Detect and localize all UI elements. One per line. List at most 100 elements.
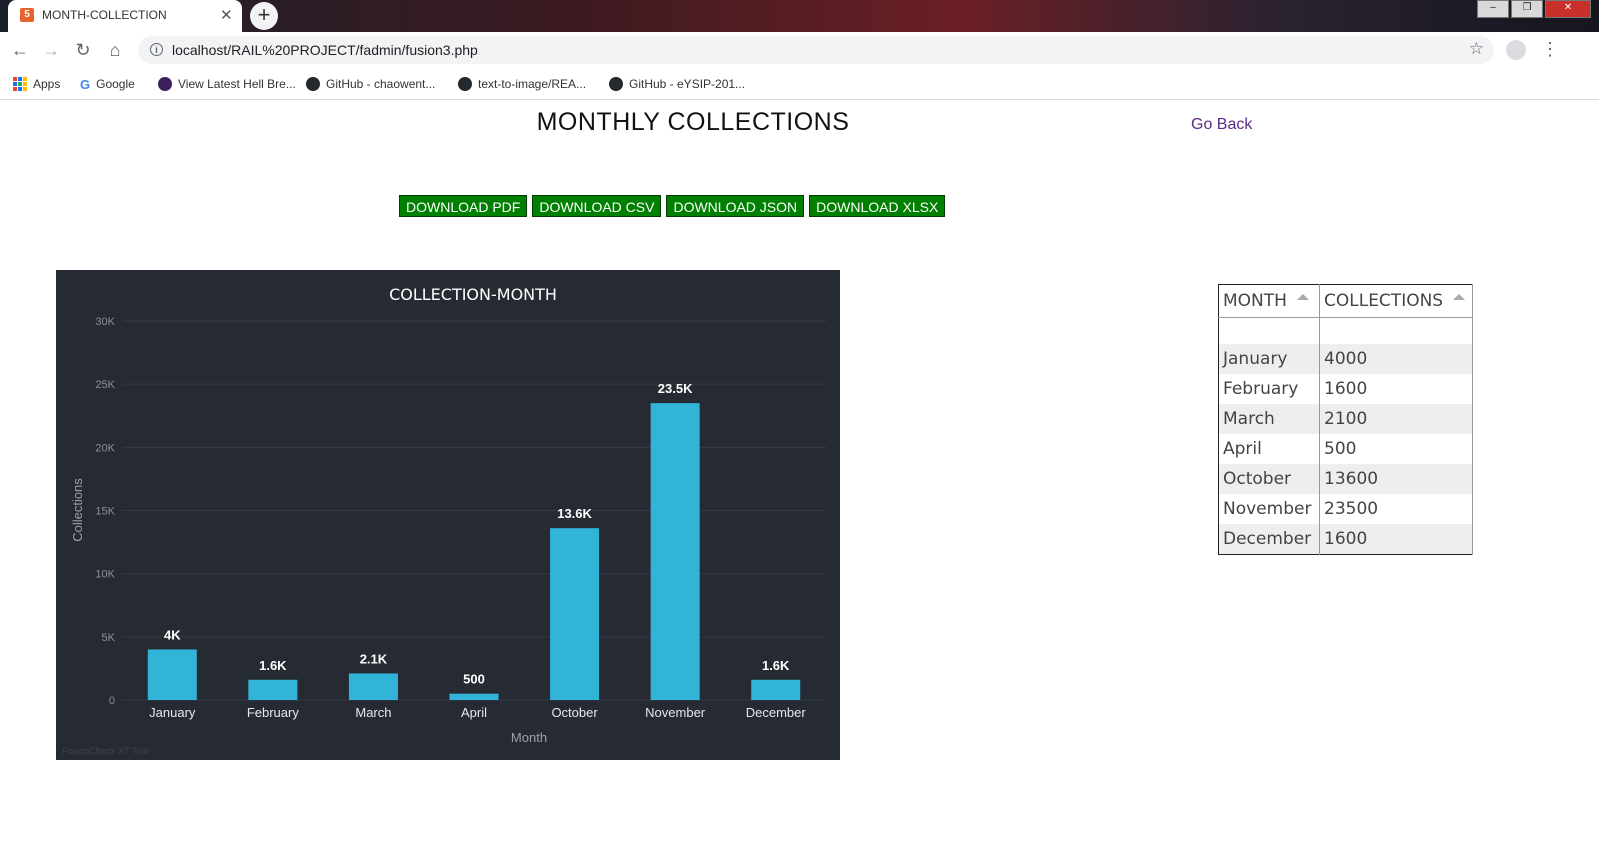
cell-month: October	[1218, 464, 1320, 494]
home-icon[interactable]: ⌂	[104, 39, 126, 61]
browser-tab[interactable]: 5 MONTH-COLLECTION ✕	[8, 0, 242, 32]
bar-january[interactable]	[147, 649, 197, 700]
minimize-button[interactable]: –	[1477, 0, 1509, 18]
sort-arrow-icon[interactable]	[1296, 294, 1309, 300]
cell-collections: 4000	[1319, 344, 1473, 374]
info-icon[interactable]: i	[150, 43, 163, 56]
bookmark-apps[interactable]: Apps	[13, 75, 60, 93]
column-header-collections[interactable]: COLLECTIONS	[1319, 284, 1473, 318]
new-tab-button[interactable]: +	[250, 2, 278, 30]
bar-value-label: 1.6K	[762, 658, 790, 673]
github-icon	[609, 77, 623, 91]
x-tick-label: April	[461, 705, 487, 720]
y-tick-label: 5K	[102, 632, 116, 644]
x-tick-label: November	[645, 705, 706, 720]
bar-value-label: 1.6K	[259, 658, 287, 673]
bookmarks-bar: Apps G Google View Latest Hell Bre... Gi…	[0, 68, 1599, 100]
x-tick-label: March	[355, 705, 391, 720]
cell-month: December	[1218, 524, 1320, 555]
table-row: November 23500	[1218, 494, 1473, 524]
cell-month: January	[1218, 344, 1320, 374]
bookmark-label: GitHub - chaowent...	[326, 77, 436, 91]
table-row: March 2100	[1218, 404, 1473, 434]
bar-value-label: 23.5K	[658, 381, 693, 396]
table-header-row: MONTH COLLECTIONS	[1218, 284, 1473, 318]
bookmark-google[interactable]: G Google	[80, 75, 135, 93]
bookmark-github-chaowent[interactable]: GitHub - chaowent...	[306, 75, 435, 93]
header-label: COLLECTIONS	[1324, 291, 1444, 311]
league-icon	[158, 77, 172, 91]
bar-march[interactable]	[348, 673, 398, 700]
bar-december[interactable]	[751, 679, 801, 700]
column-header-month[interactable]: MONTH	[1218, 284, 1320, 318]
cell-month: March	[1218, 404, 1320, 434]
cell-collections: 2100	[1319, 404, 1473, 434]
download-csv-button[interactable]: DOWNLOAD CSV	[532, 195, 662, 217]
table-row: April 500	[1218, 434, 1473, 464]
window-close-button[interactable]: ✕	[1545, 0, 1591, 18]
bar-value-label: 4K	[164, 627, 181, 642]
bookmark-label: text-to-image/REA...	[478, 77, 587, 91]
download-buttons: DOWNLOAD PDF DOWNLOAD CSV DOWNLOAD JSON …	[399, 195, 946, 217]
header-label: MONTH	[1223, 291, 1287, 311]
bookmark-github-eysip[interactable]: GitHub - eYSIP-201...	[609, 75, 745, 93]
bar-april[interactable]	[449, 693, 499, 700]
chart-title: COLLECTION-MONTH	[389, 285, 557, 304]
y-tick-label: 20K	[95, 442, 115, 454]
profile-avatar[interactable]	[1506, 40, 1526, 60]
download-pdf-button[interactable]: DOWNLOAD PDF	[399, 195, 528, 217]
cell-month: February	[1218, 374, 1320, 404]
bar-chart-svg: COLLECTION-MONTH Month Collections Fusio…	[62, 285, 826, 756]
sort-arrow-icon[interactable]	[1453, 294, 1466, 300]
bar-value-label: 13.6K	[557, 506, 592, 521]
download-json-button[interactable]: DOWNLOAD JSON	[666, 195, 805, 217]
y-tick-label: 0	[109, 695, 115, 707]
browser-toolbar: ← → ↻ ⌂ i localhost/RAIL%20PROJECT/fadmi…	[0, 32, 1599, 68]
table-row: January 4000	[1218, 344, 1473, 374]
cell-collections: 23500	[1319, 494, 1473, 524]
cell-collections: 13600	[1319, 464, 1473, 494]
y-tick-label: 25K	[95, 379, 115, 391]
address-bar[interactable]: i localhost/RAIL%20PROJECT/fadmin/fusion…	[138, 36, 1494, 64]
collection-month-chart: COLLECTION-MONTH Month Collections Fusio…	[56, 270, 840, 760]
cell-month: November	[1218, 494, 1320, 524]
bar-february[interactable]	[248, 679, 298, 700]
x-tick-label: October	[551, 705, 598, 720]
bookmark-label: View Latest Hell Bre...	[178, 77, 296, 91]
y-axis-label: Collections	[70, 478, 85, 542]
html-file-icon: 5	[20, 8, 34, 22]
download-xlsx-button[interactable]: DOWNLOAD XLSX	[809, 195, 946, 217]
x-axis-label: Month	[511, 730, 547, 745]
bar-value-label: 500	[463, 672, 485, 687]
window-controls: – ❐ ✕	[1477, 0, 1591, 18]
collections-table: MONTH COLLECTIONS January 4000 February 160…	[1218, 284, 1473, 555]
more-menu-icon[interactable]: ⋮	[1541, 38, 1559, 60]
page-title: MONTHLY COLLECTIONS	[536, 108, 850, 136]
bar-november[interactable]	[650, 403, 700, 700]
cell-month: April	[1218, 434, 1320, 464]
cell-collections: 1600	[1319, 374, 1473, 404]
table-row: December 1600	[1218, 524, 1473, 555]
back-arrow-icon[interactable]: ←	[9, 39, 31, 61]
cell-collections: 1600	[1319, 524, 1473, 555]
reload-icon[interactable]: ↻	[72, 39, 94, 61]
tab-title: MONTH-COLLECTION	[42, 8, 167, 22]
x-tick-label: February	[247, 705, 300, 720]
github-icon	[306, 77, 320, 91]
bookmark-label: GitHub - eYSIP-201...	[629, 77, 746, 91]
github-icon	[458, 77, 472, 91]
go-back-link[interactable]: Go Back	[1191, 116, 1252, 134]
bar-october[interactable]	[550, 528, 600, 700]
restore-button[interactable]: ❐	[1511, 0, 1543, 18]
forward-arrow-icon[interactable]: →	[40, 39, 62, 61]
bar-value-label: 2.1K	[360, 651, 388, 666]
chart-watermark: FusionCharts XT Trial	[62, 746, 149, 756]
url-text: localhost/RAIL%20PROJECT/fadmin/fusion3.…	[172, 42, 478, 58]
bookmark-hell-bre[interactable]: View Latest Hell Bre...	[158, 75, 296, 93]
close-icon[interactable]: ✕	[220, 6, 233, 24]
x-tick-label: January	[149, 705, 196, 720]
bookmark-label: Google	[96, 77, 135, 91]
bookmark-star-icon[interactable]: ☆	[1469, 39, 1484, 59]
x-tick-label: December	[746, 705, 807, 720]
bookmark-text-to-image[interactable]: text-to-image/REA...	[458, 75, 586, 93]
